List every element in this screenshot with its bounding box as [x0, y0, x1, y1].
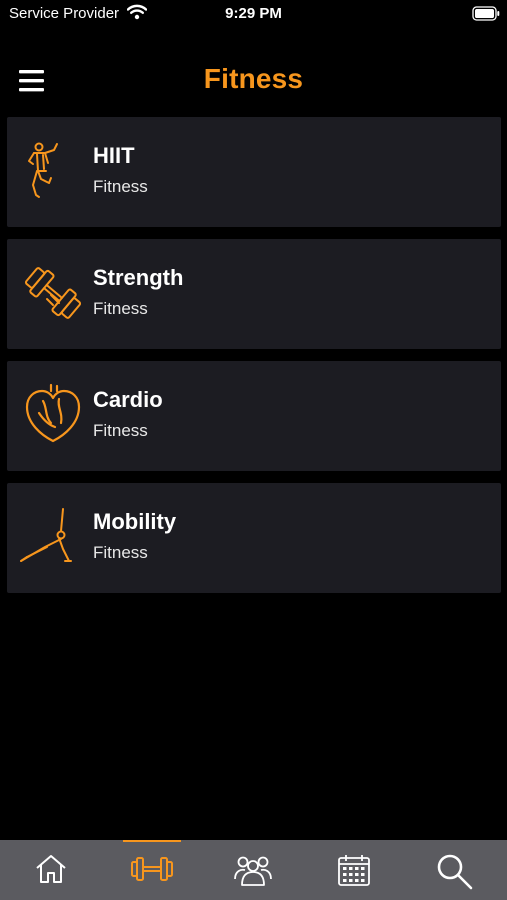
home-icon: [35, 855, 66, 883]
active-tab-indicator: [123, 840, 181, 842]
dumbbell-icon: [21, 261, 85, 325]
tab-search[interactable]: [404, 840, 505, 900]
heart-icon: [21, 383, 85, 447]
card-subtitle: Fitness: [93, 177, 148, 196]
card-subtitle: Fitness: [93, 421, 148, 440]
category-card-cardio[interactable]: Cardio Fitness: [7, 361, 501, 471]
category-card-hiit[interactable]: HIIT Fitness: [7, 117, 501, 227]
calendar-icon: [337, 855, 370, 886]
card-title: Strength: [93, 265, 184, 290]
tab-community[interactable]: [202, 840, 303, 900]
page-title: Fitness: [203, 63, 304, 94]
search-icon: [437, 854, 472, 890]
side-plank-icon: [17, 505, 81, 569]
card-title: Mobility: [93, 509, 177, 534]
dumbbell-icon: [130, 857, 173, 881]
category-list: HIIT Fitness Strength Fitness Cardio Fit…: [7, 117, 501, 605]
battery-icon: [472, 6, 500, 26]
category-card-strength[interactable]: Strength Fitness: [7, 239, 501, 349]
status-bar: Service Provider 9:29 PM: [0, 0, 507, 30]
tab-bar: [0, 840, 507, 900]
tab-home[interactable]: [0, 840, 101, 900]
status-time: 9:29 PM: [225, 5, 282, 22]
tab-calendar[interactable]: [303, 840, 404, 900]
category-card-mobility[interactable]: Mobility Fitness: [7, 483, 501, 593]
card-subtitle: Fitness: [93, 543, 148, 562]
card-title: Cardio: [93, 387, 163, 412]
tab-fitness[interactable]: [101, 840, 202, 900]
card-subtitle: Fitness: [93, 299, 148, 318]
hiit-figure-icon: [21, 139, 85, 203]
card-title: HIIT: [93, 143, 135, 168]
people-icon: [233, 856, 272, 886]
